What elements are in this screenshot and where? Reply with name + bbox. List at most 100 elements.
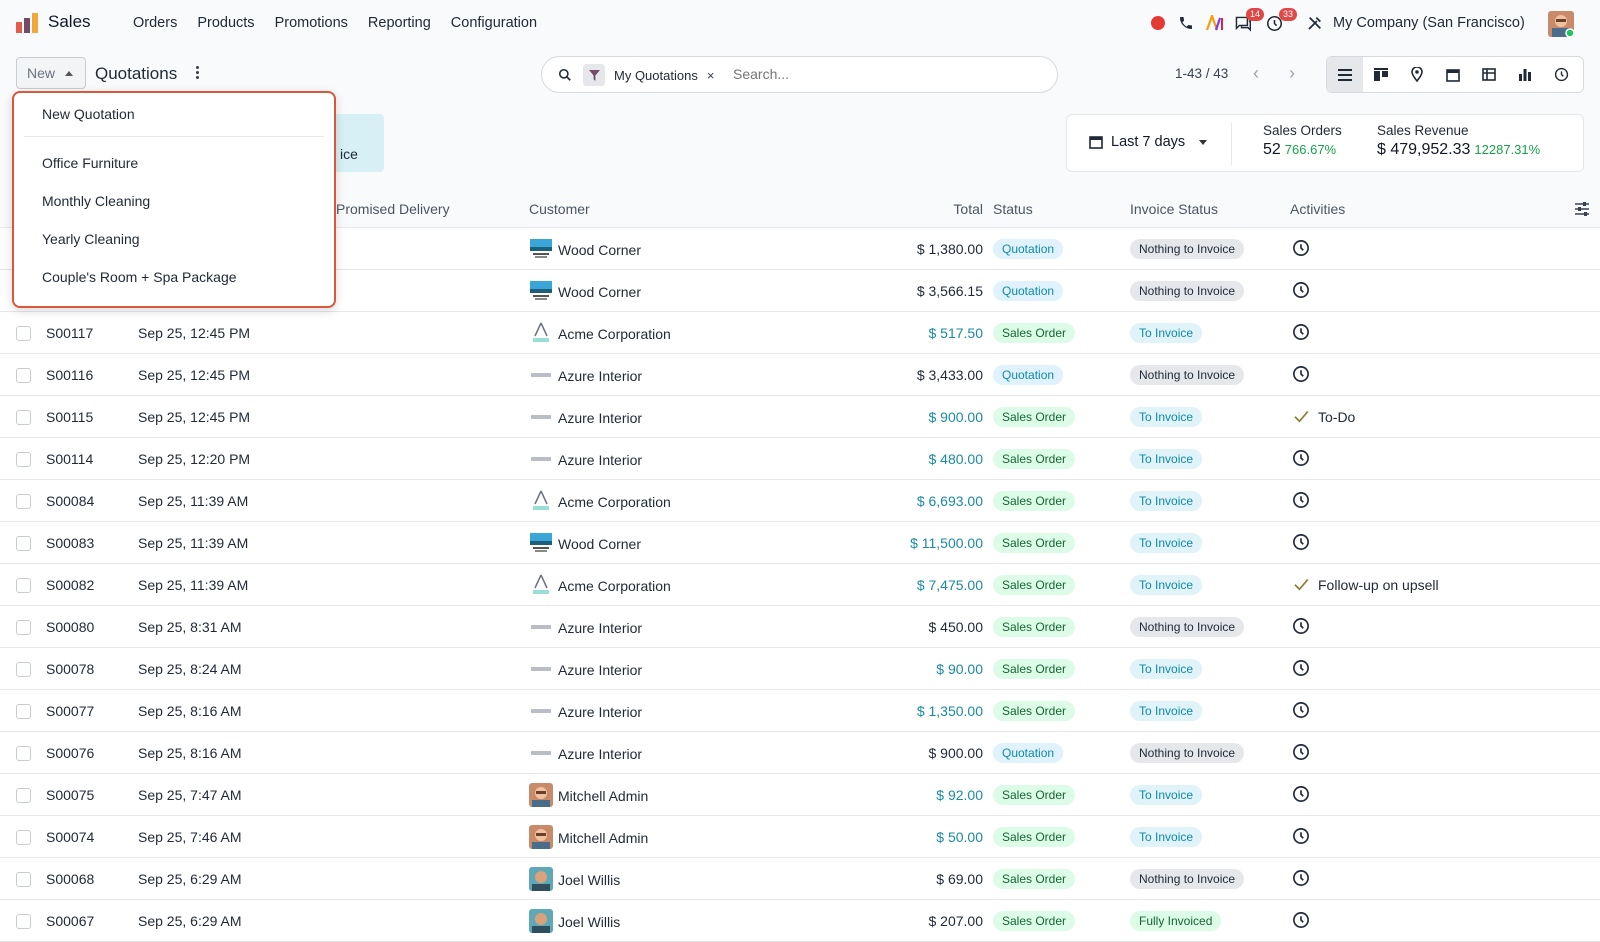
- dropdown-couples-room-spa[interactable]: Couple's Room + Spa Package: [42, 269, 237, 285]
- row-checkbox[interactable]: [16, 704, 31, 719]
- row-checkbox[interactable]: [16, 620, 31, 635]
- period-selector[interactable]: Last 7 days: [1089, 134, 1208, 150]
- more-options-icon[interactable]: [196, 66, 200, 82]
- recording-dot-icon[interactable]: [1151, 16, 1165, 30]
- table-row[interactable]: S00080 Sep 25, 8:31 AM Azure Interior $ 450…: [0, 606, 1600, 648]
- dropdown-office-furniture[interactable]: Office Furniture: [42, 155, 138, 171]
- activity-clock-icon[interactable]: [1292, 323, 1310, 344]
- row-checkbox[interactable]: [16, 830, 31, 845]
- activity-summary[interactable]: To-Do: [1318, 409, 1355, 425]
- ai-icon[interactable]: [1206, 15, 1224, 31]
- table-row[interactable]: S00116 Sep 25, 12:45 PM Azure Interior $ 3,…: [0, 354, 1600, 396]
- dropdown-new-quotation[interactable]: New Quotation: [42, 106, 135, 122]
- remove-facet-icon[interactable]: ×: [707, 68, 715, 83]
- activity-summary[interactable]: Follow-up on upsell: [1318, 577, 1439, 593]
- map-view-icon[interactable]: [1399, 57, 1435, 92]
- table-row[interactable]: S00077 Sep 25, 8:16 AM Azure Interior $ 1,3…: [0, 690, 1600, 732]
- row-checkbox[interactable]: [16, 368, 31, 383]
- row-checkbox[interactable]: [16, 536, 31, 551]
- column-invoice-status[interactable]: Invoice Status: [1130, 201, 1218, 217]
- row-checkbox[interactable]: [16, 326, 31, 341]
- column-activities[interactable]: Activities: [1290, 201, 1345, 217]
- row-checkbox[interactable]: [16, 914, 31, 929]
- activity-check-icon[interactable]: [1292, 575, 1310, 596]
- page-title[interactable]: Quotations: [95, 64, 177, 84]
- dropdown-yearly-cleaning[interactable]: Yearly Cleaning: [42, 231, 140, 247]
- column-status[interactable]: Status: [993, 201, 1033, 217]
- activity-clock-icon[interactable]: [1292, 365, 1310, 386]
- sales-app-icon[interactable]: [16, 13, 38, 33]
- table-row[interactable]: S00068 Sep 25, 6:29 AM Joel Willis $ 69.00 S…: [0, 858, 1600, 900]
- activity-clock-icon[interactable]: [1292, 533, 1310, 554]
- menu-promotions[interactable]: Promotions: [275, 15, 348, 31]
- sales-orders-stat[interactable]: Sales Orders 52 766.67%: [1263, 123, 1342, 159]
- sales-revenue-stat[interactable]: Sales Revenue $ 479,952.33 12287.31%: [1377, 123, 1540, 159]
- app-name[interactable]: Sales: [48, 12, 91, 32]
- table-row[interactable]: S00082 Sep 25, 11:39 AM Acme Corporation $ …: [0, 564, 1600, 606]
- graph-view-icon[interactable]: [1507, 57, 1543, 92]
- activity-check-icon[interactable]: [1292, 407, 1310, 428]
- activity-clock-icon[interactable]: [1292, 239, 1310, 260]
- company-switcher[interactable]: My Company (San Francisco): [1333, 15, 1525, 31]
- activity-clock-icon[interactable]: [1292, 743, 1310, 764]
- table-row[interactable]: S00078 Sep 25, 8:24 AM Azure Interior $ 90.…: [0, 648, 1600, 690]
- activity-clock-icon[interactable]: [1292, 659, 1310, 680]
- column-customer[interactable]: Customer: [529, 201, 590, 217]
- new-button[interactable]: New: [16, 57, 86, 89]
- table-row[interactable]: S00114 Sep 25, 12:20 PM Azure Interior $ 48…: [0, 438, 1600, 480]
- table-row[interactable]: S00084 Sep 25, 11:39 AM Acme Corporation $ …: [0, 480, 1600, 522]
- row-checkbox[interactable]: [16, 872, 31, 887]
- order-number: S00068: [46, 871, 95, 887]
- activity-clock-icon[interactable]: [1292, 701, 1310, 722]
- order-number: S00084: [46, 493, 95, 509]
- row-checkbox[interactable]: [16, 788, 31, 803]
- table-row[interactable]: S00074 Sep 25, 7:46 AM Mitchell Admin $ 50.…: [0, 816, 1600, 858]
- optional-columns-icon[interactable]: [1575, 202, 1589, 216]
- table-row[interactable]: S00115 Sep 25, 12:45 PM Azure Interior $ 90…: [0, 396, 1600, 438]
- search-icon[interactable]: [558, 68, 572, 82]
- status-badge: Sales Order: [993, 911, 1076, 931]
- activity-view-icon[interactable]: [1543, 57, 1579, 92]
- pager-previous-icon[interactable]: ‹: [1244, 62, 1268, 86]
- calendar-view-icon[interactable]: [1435, 57, 1471, 92]
- table-row[interactable]: S00067 Sep 25, 6:29 AM Joel Willis $ 207.00…: [0, 900, 1600, 942]
- table-row[interactable]: S00075 Sep 25, 7:47 AM Mitchell Admin $ 92.…: [0, 774, 1600, 816]
- activity-clock-icon[interactable]: [1292, 869, 1310, 890]
- customer-avatar: [529, 867, 553, 891]
- activity-clock-icon[interactable]: [1292, 785, 1310, 806]
- pivot-view-icon[interactable]: [1471, 57, 1507, 92]
- search-input[interactable]: [733, 66, 1033, 82]
- pager-next-icon[interactable]: ›: [1280, 62, 1304, 86]
- kanban-view-icon[interactable]: [1363, 57, 1399, 92]
- column-total[interactable]: Total: [953, 201, 983, 217]
- row-checkbox[interactable]: [16, 662, 31, 677]
- menu-orders[interactable]: Orders: [133, 15, 177, 31]
- table-row[interactable]: S00083 Sep 25, 11:39 AM Wood Corner $ 11,50…: [0, 522, 1600, 564]
- table-row[interactable]: S00117 Sep 25, 12:45 PM Acme Corporation $ …: [0, 312, 1600, 354]
- list-view-icon[interactable]: [1327, 57, 1363, 92]
- row-checkbox[interactable]: [16, 410, 31, 425]
- activity-clock-icon[interactable]: [1292, 449, 1310, 470]
- column-promised-delivery[interactable]: Promised Delivery: [336, 201, 450, 217]
- sales-orders-value: 52: [1263, 141, 1281, 158]
- row-checkbox[interactable]: [16, 452, 31, 467]
- menu-products[interactable]: Products: [197, 15, 254, 31]
- menu-reporting[interactable]: Reporting: [368, 15, 431, 31]
- activity-clock-icon[interactable]: [1292, 827, 1310, 848]
- row-checkbox[interactable]: [16, 746, 31, 761]
- order-date: Sep 25, 11:39 AM: [138, 577, 249, 593]
- tools-icon[interactable]: [1307, 15, 1323, 31]
- user-avatar[interactable]: [1548, 11, 1574, 37]
- pager-value[interactable]: 1-43 / 43: [1175, 66, 1228, 81]
- phone-icon[interactable]: [1178, 15, 1194, 31]
- row-checkbox[interactable]: [16, 494, 31, 509]
- row-checkbox[interactable]: [16, 578, 31, 593]
- dropdown-monthly-cleaning[interactable]: Monthly Cleaning: [42, 193, 150, 209]
- menu-configuration[interactable]: Configuration: [451, 15, 537, 31]
- activity-clock-icon[interactable]: [1292, 911, 1310, 932]
- activity-clock-icon[interactable]: [1292, 281, 1310, 302]
- activity-clock-icon[interactable]: [1292, 491, 1310, 512]
- table-row[interactable]: S00076 Sep 25, 8:16 AM Azure Interior $ 900…: [0, 732, 1600, 774]
- invoice-status-badge: Fully Invoiced: [1130, 911, 1222, 931]
- activity-clock-icon[interactable]: [1292, 617, 1310, 638]
